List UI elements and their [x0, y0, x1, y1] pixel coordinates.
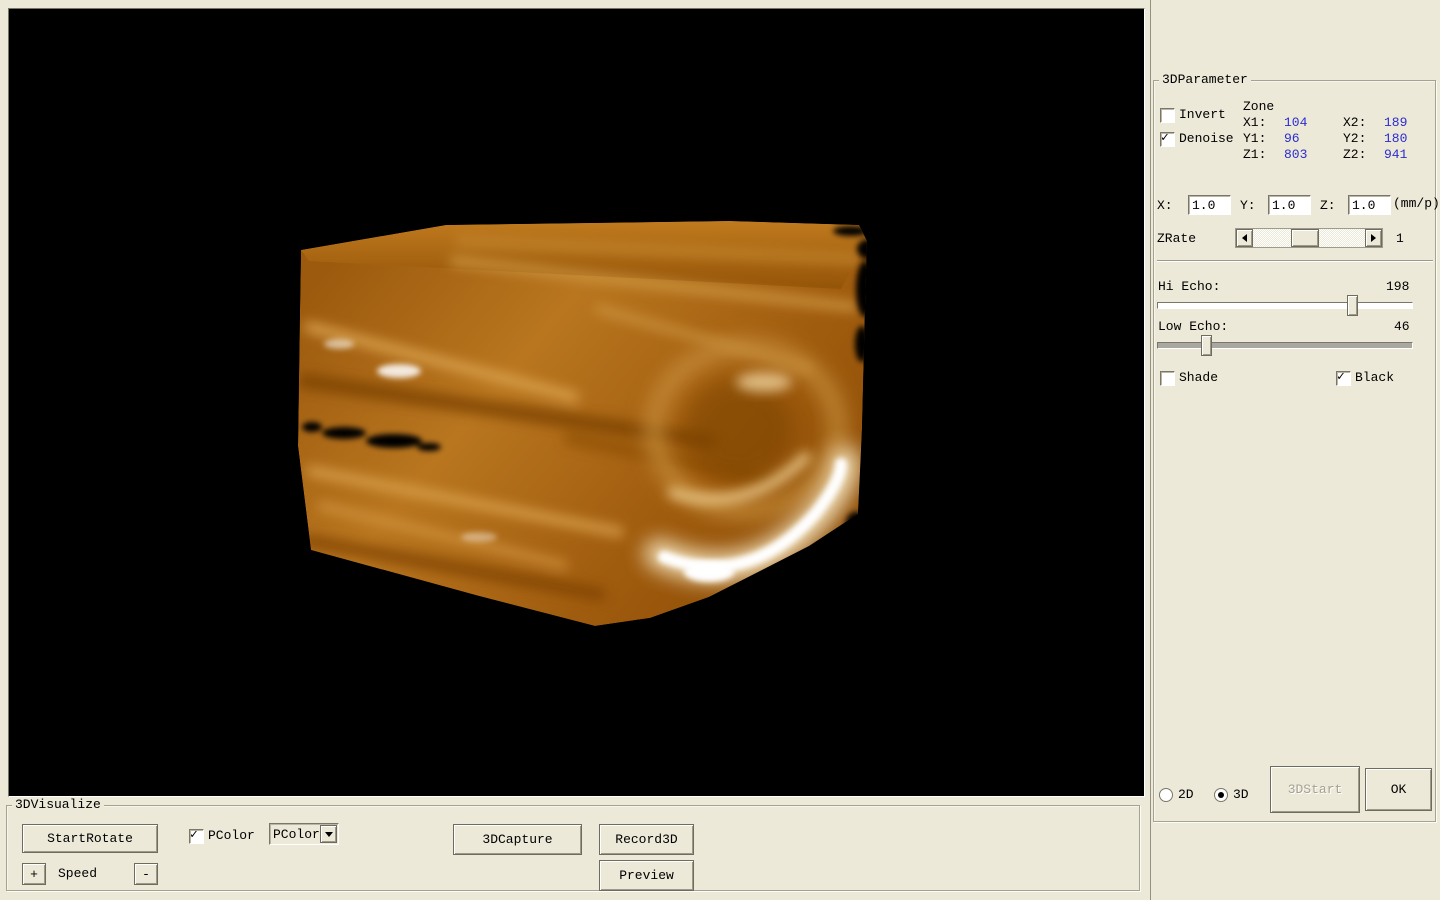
scale-x-input[interactable] [1188, 195, 1231, 215]
scale-z-input[interactable] [1348, 195, 1391, 215]
3d-render-viewport[interactable] [8, 8, 1145, 797]
zone-x2-value: 189 [1384, 115, 1407, 130]
mode-2d-radio[interactable] [1159, 788, 1173, 802]
arrow-right-icon [1371, 234, 1380, 242]
mode-2d-label: 2D [1178, 787, 1194, 802]
parameter-groupbox: 3DParameter ✓ Invert ✓ Denoise Zone X1: … [1153, 80, 1436, 822]
scale-unit-label: (mm/p) [1393, 196, 1440, 211]
hi-echo-thumb[interactable] [1347, 295, 1358, 316]
zone-z1-value: 803 [1284, 147, 1307, 162]
scale-y-input[interactable] [1268, 195, 1311, 215]
zone-x1-label: X1: [1243, 115, 1266, 130]
zrate-scrollbar[interactable] [1235, 228, 1383, 248]
ok-button[interactable]: OK [1365, 768, 1432, 811]
mode-3d-label: 3D [1233, 787, 1249, 802]
scale-z-label: Z: [1320, 198, 1336, 213]
3dcapture-button[interactable]: 3DCapture [453, 824, 582, 855]
hi-echo-track[interactable] [1157, 302, 1413, 309]
speed-plus-button[interactable]: + [22, 863, 46, 885]
parameter-panel: 3DParameter ✓ Invert ✓ Denoise Zone X1: … [1150, 0, 1440, 900]
mode-3d-radio[interactable] [1214, 788, 1228, 802]
hi-echo-value: 198 [1386, 279, 1409, 294]
low-echo-label: Low Echo: [1158, 319, 1228, 334]
hi-echo-slider[interactable] [1157, 295, 1413, 316]
hi-echo-label: Hi Echo: [1158, 279, 1220, 294]
invert-checkbox[interactable]: ✓ [1160, 108, 1175, 123]
low-echo-thumb[interactable] [1201, 335, 1212, 356]
scale-x-label: X: [1157, 198, 1173, 213]
divider [1157, 260, 1433, 262]
zone-title: Zone [1243, 99, 1274, 114]
zone-z1-label: Z1: [1243, 147, 1266, 162]
checkmark-icon: ✓ [190, 827, 198, 842]
speed-label: Speed [58, 866, 97, 881]
visualize-groupbox-title: 3DVisualize [12, 798, 104, 812]
visualize-panel: 3DVisualize StartRotate + Speed - ✓ PCol… [0, 797, 1148, 900]
speed-minus-button[interactable]: - [134, 863, 158, 885]
black-label: Black [1355, 370, 1394, 385]
ultrasound-volume-render [9, 9, 1144, 796]
checkmark-icon: ✓ [1337, 369, 1345, 384]
visualize-groupbox: 3DVisualize StartRotate + Speed - ✓ PCol… [6, 805, 1140, 891]
zone-x2-label: X2: [1343, 115, 1366, 130]
3dstart-button[interactable]: 3DStart [1270, 766, 1360, 813]
shade-label: Shade [1179, 370, 1218, 385]
black-checkbox[interactable]: ✓ [1336, 371, 1351, 386]
zrate-thumb[interactable] [1291, 229, 1319, 247]
arrow-left-icon [1238, 234, 1247, 242]
zone-y2-label: Y2: [1343, 131, 1366, 146]
shade-checkbox[interactable]: ✓ [1160, 371, 1175, 386]
pcolor-dropdown-value: PColor [270, 827, 320, 842]
chevron-down-icon [325, 832, 333, 841]
invert-label: Invert [1179, 107, 1226, 122]
pcolor-checkbox[interactable]: ✓ [189, 829, 204, 844]
zone-y2-value: 180 [1384, 131, 1407, 146]
denoise-checkbox[interactable]: ✓ [1160, 132, 1175, 147]
pcolor-checkbox-label: PColor [208, 828, 255, 843]
zrate-right-arrow[interactable] [1365, 229, 1382, 247]
zone-z2-label: Z2: [1343, 147, 1366, 162]
pcolor-dropdown[interactable]: PColor [269, 823, 339, 845]
zrate-left-arrow[interactable] [1236, 229, 1253, 247]
preview-button[interactable]: Preview [599, 860, 694, 891]
scale-y-label: Y: [1240, 198, 1256, 213]
low-echo-value: 46 [1394, 319, 1410, 334]
low-echo-track[interactable] [1157, 342, 1413, 349]
start-rotate-button[interactable]: StartRotate [22, 824, 158, 853]
zrate-value: 1 [1396, 231, 1404, 246]
zrate-label: ZRate [1157, 231, 1196, 246]
parameter-groupbox-title: 3DParameter [1159, 73, 1251, 87]
zone-z2-value: 941 [1384, 147, 1407, 162]
denoise-label: Denoise [1179, 131, 1234, 146]
low-echo-slider[interactable] [1157, 335, 1413, 356]
checkmark-icon: ✓ [1161, 130, 1169, 145]
zone-x1-value: 104 [1284, 115, 1307, 130]
pcolor-dropdown-button[interactable] [320, 825, 337, 843]
record3d-button[interactable]: Record3D [599, 824, 694, 855]
radio-dot-icon [1218, 792, 1224, 798]
zone-y1-label: Y1: [1243, 131, 1266, 146]
zone-y1-value: 96 [1284, 131, 1300, 146]
